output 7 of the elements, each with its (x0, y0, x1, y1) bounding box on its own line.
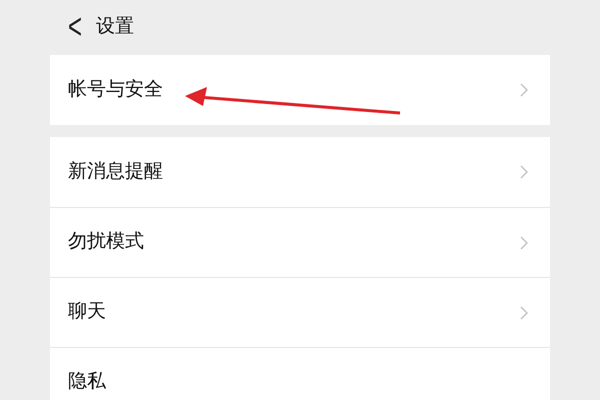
back-button[interactable]: < (68, 10, 82, 46)
settings-item[interactable]: 勿扰模式 (50, 207, 550, 277)
settings-item[interactable]: 隐私 (50, 347, 550, 400)
settings-item[interactable]: 帐号与安全 (50, 55, 550, 125)
settings-item[interactable]: 新消息提醒 (50, 137, 550, 207)
settings-item[interactable]: 聊天 (50, 277, 550, 347)
page-title: 设置 (96, 15, 134, 40)
